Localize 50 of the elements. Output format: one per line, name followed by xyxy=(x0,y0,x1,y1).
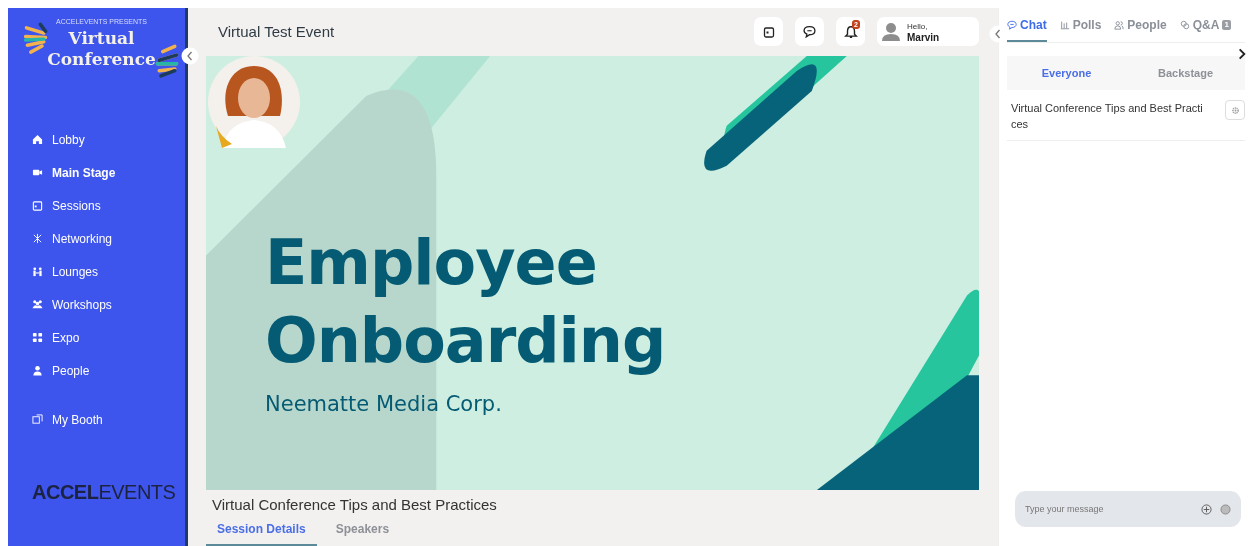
chat-icon xyxy=(1007,20,1017,30)
accelevents-logo: ACCELEVENTS xyxy=(32,481,177,504)
nav-item[interactable]: People xyxy=(32,354,185,387)
panel-tab[interactable]: Polls xyxy=(1059,8,1102,42)
user-menu[interactable]: Hello, Marvin xyxy=(877,17,979,47)
nav-item[interactable]: Expo xyxy=(32,321,185,354)
calendar-button[interactable] xyxy=(754,17,783,47)
panel-tab[interactable]: People xyxy=(1114,8,1167,42)
slide-headline: Employee Onboarding xyxy=(265,224,667,379)
booth-icon xyxy=(32,414,43,425)
person-icon xyxy=(32,365,43,376)
chat-button[interactable] xyxy=(795,17,824,47)
burst-icon xyxy=(154,44,180,80)
nav-item[interactable]: Main Stage xyxy=(32,156,185,189)
avatar-icon xyxy=(881,21,901,42)
slide-company: Neematte Media Corp. xyxy=(265,391,503,416)
bell-icon xyxy=(843,24,858,39)
nav-item[interactable]: Lobby xyxy=(32,123,185,156)
panel-tab[interactable]: Q&A 1 xyxy=(1179,8,1231,42)
panel-tab[interactable]: Chat xyxy=(1007,8,1047,42)
nav-item[interactable]: Sessions xyxy=(32,189,185,222)
brand-title: Virtual Conference xyxy=(47,28,156,70)
camera-icon xyxy=(32,167,43,178)
nav-item[interactable]: Lounges xyxy=(32,255,185,288)
chat-icon xyxy=(803,25,816,39)
calendar-icon xyxy=(32,200,43,211)
collapse-icon[interactable] xyxy=(181,47,199,65)
add-icon[interactable] xyxy=(1201,503,1212,515)
nav-item[interactable]: Networking xyxy=(32,222,185,255)
bar-chart-icon xyxy=(1059,20,1070,30)
message-field[interactable]: Type your message xyxy=(1015,491,1241,527)
session-tab[interactable]: Session Details xyxy=(206,519,317,546)
group-icon xyxy=(32,299,43,310)
event-title: Virtual Test Event xyxy=(218,23,335,41)
settings-icon xyxy=(1230,105,1240,115)
chat-audience-tab[interactable]: Everyone xyxy=(1007,67,1126,79)
people-icon xyxy=(1114,20,1125,30)
chat-bubbles-icon xyxy=(1179,20,1190,30)
qa-count-badge: 1 xyxy=(1222,20,1231,30)
calendar-icon xyxy=(762,25,775,38)
grid-icon xyxy=(32,332,43,343)
chat-audience-tab[interactable]: Backstage xyxy=(1126,67,1245,79)
session-topic: Virtual Conference Tips and Best Practices xyxy=(1011,101,1204,132)
home-icon xyxy=(32,134,43,145)
session-tab[interactable]: Speakers xyxy=(324,519,401,546)
session-title: Virtual Conference Tips and Best Practices xyxy=(212,496,498,513)
nav-item[interactable]: My Booth xyxy=(32,403,185,436)
network-icon xyxy=(32,233,43,244)
nav-item[interactable]: Workshops xyxy=(32,288,185,321)
people-icon xyxy=(32,266,43,277)
